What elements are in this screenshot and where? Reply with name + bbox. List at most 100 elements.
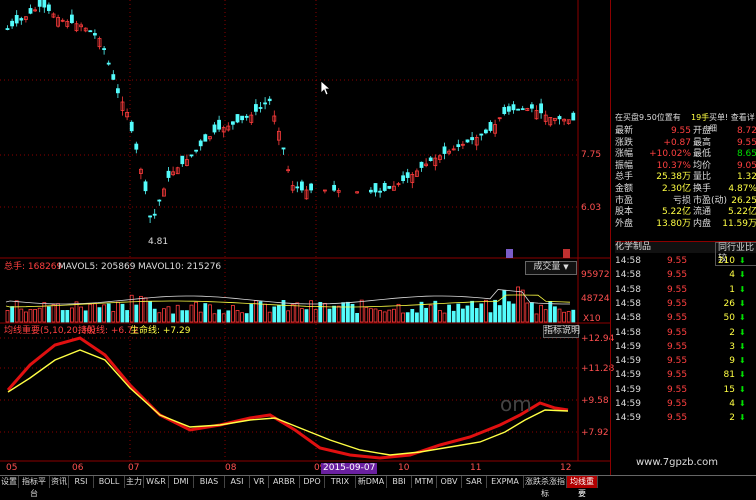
indicator-tab[interactable]: 设置 [0,476,19,488]
arrow-down-icon: ⬇ [739,327,746,337]
candle-body [267,98,272,102]
quote-label: 市盈 [615,195,634,206]
volume-bar [240,312,245,323]
indicator-tab[interactable]: MTM [412,476,437,488]
trade-time: 14:58 [615,327,641,338]
info-marker-icon[interactable] [563,249,570,258]
indicator-tab[interactable]: ASI [225,476,250,488]
volume-bar [28,308,33,323]
candle-body [530,104,534,109]
volume-bar [235,310,240,323]
volume-bar [391,308,396,323]
trade-volume: 4 [729,270,735,281]
trade-volume: 4 [729,399,735,409]
volume-bar [493,299,498,323]
indicator-tab[interactable]: BIAS [194,476,225,488]
volume-bar [290,304,295,323]
info-marker-icon[interactable] [506,249,513,258]
site-watermark: www.7gpzb.com [636,457,718,468]
xaxis-label: 05 [6,463,18,473]
candle-body [479,133,484,136]
volume-bar [368,308,373,323]
sector-name: 化学制品 [615,242,652,252]
volume-bar [497,305,502,323]
quote-value: 9.05 [736,160,756,171]
candle-body [511,104,516,111]
volume-bar [217,309,222,323]
chevron-down-icon: ▼ [563,263,569,271]
volume-bar [263,303,268,323]
volume-bar [184,310,189,323]
candle-body [488,122,493,131]
candle-body [516,108,520,111]
trade-row: 14:59 9.55 81 ⬇ [615,368,756,382]
order-alert[interactable]: 在买盘9.50位置有 19手 买单! 查看详细 [615,112,756,133]
volume-bar [424,307,429,323]
candle-body [148,215,153,218]
candle-body [502,107,507,115]
volume-bar [51,304,56,323]
trade-time: 14:58 [615,256,641,266]
trade-volume: 9 [729,356,735,367]
volume-bar [442,312,447,323]
quote-row: 金额 2.30亿 换手 4.87% [615,184,756,195]
candle-body [5,28,10,30]
volume-bar [116,301,120,323]
volume-bar [42,302,47,323]
indicator-tab[interactable]: OBV [437,476,462,488]
indicator-help-button[interactable]: 指标说明 [543,325,580,338]
indicator-tab-bar: 设置 指标平台 资讯 RSI BOLL 主力 W&R DMI BIAS ASI VR ARBR DPO T… [0,475,756,498]
candle-body [47,4,51,11]
candle-body [428,157,433,162]
indicator-tab[interactable]: 主力 [125,476,144,488]
indicator-tab[interactable]: SAR [462,476,487,488]
indicator-tab[interactable]: TRIX [325,476,356,488]
indicator-tab[interactable]: EXPMA [487,476,524,488]
candle-body [520,108,525,111]
arrow-down-icon: ⬇ [739,270,746,280]
candle-body [506,106,511,112]
candle-body [93,33,97,36]
volume-bar [166,306,171,323]
order-alert-text: 在买盘9.50位置有 [615,113,681,122]
trade-volume: 81 [723,370,735,381]
trade-price: 9.55 [667,270,688,281]
arrow-down-icon: ⬇ [739,284,746,294]
volume-bar [111,311,116,323]
candlestick-series [5,0,576,223]
indicator-tab[interactable]: 涨跌杀涨指标 [524,476,567,498]
indicator-tab[interactable]: 均线重要 [567,476,598,498]
volume-bar [286,310,291,323]
trade-volume: 1 [729,284,735,295]
indicator-tab[interactable]: DMI [169,476,194,488]
quote-value: +10.02% [649,149,691,160]
mavol10-label: MAVOL10: 215276 [138,262,222,272]
volume-bar [410,309,415,323]
indicator-tab[interactable]: RSI [69,476,94,488]
candle-body [557,116,562,120]
volume-bar [378,310,383,323]
indicator-tab[interactable]: BBI [387,476,412,488]
volume-bar [534,313,539,323]
stock-chart-window: 4.81 7.75 6.03 总手: 168269 MAVOL5: 205869… [0,0,756,498]
volume-bar [474,308,479,323]
mouse-cursor-icon [320,80,330,96]
indicator-tab[interactable]: BOLL [94,476,125,488]
indicator-tab[interactable]: VR [250,476,269,488]
indicator-tab[interactable]: W&R [144,476,169,488]
volume-level-2: 48724 [581,294,610,304]
indicator-tab[interactable]: 新DMA [356,476,387,488]
candle-body [14,15,19,24]
volume-bar [134,304,139,323]
trade-row: 14:58 9.55 4 ⬇ [615,268,756,282]
indicator-tab[interactable]: DPO [300,476,325,488]
trade-price: 9.55 [667,298,688,309]
indicator-tab[interactable]: 资讯 [50,476,69,488]
volume-selector[interactable]: 成交量 ▼ [525,261,577,275]
indicator-tab[interactable]: 指标平台 [19,476,50,498]
candle-body [539,103,543,114]
indicator-tab[interactable]: ARBR [269,476,300,488]
life-line [7,349,569,456]
volume-bar [322,302,327,323]
volume-bar [97,307,102,323]
